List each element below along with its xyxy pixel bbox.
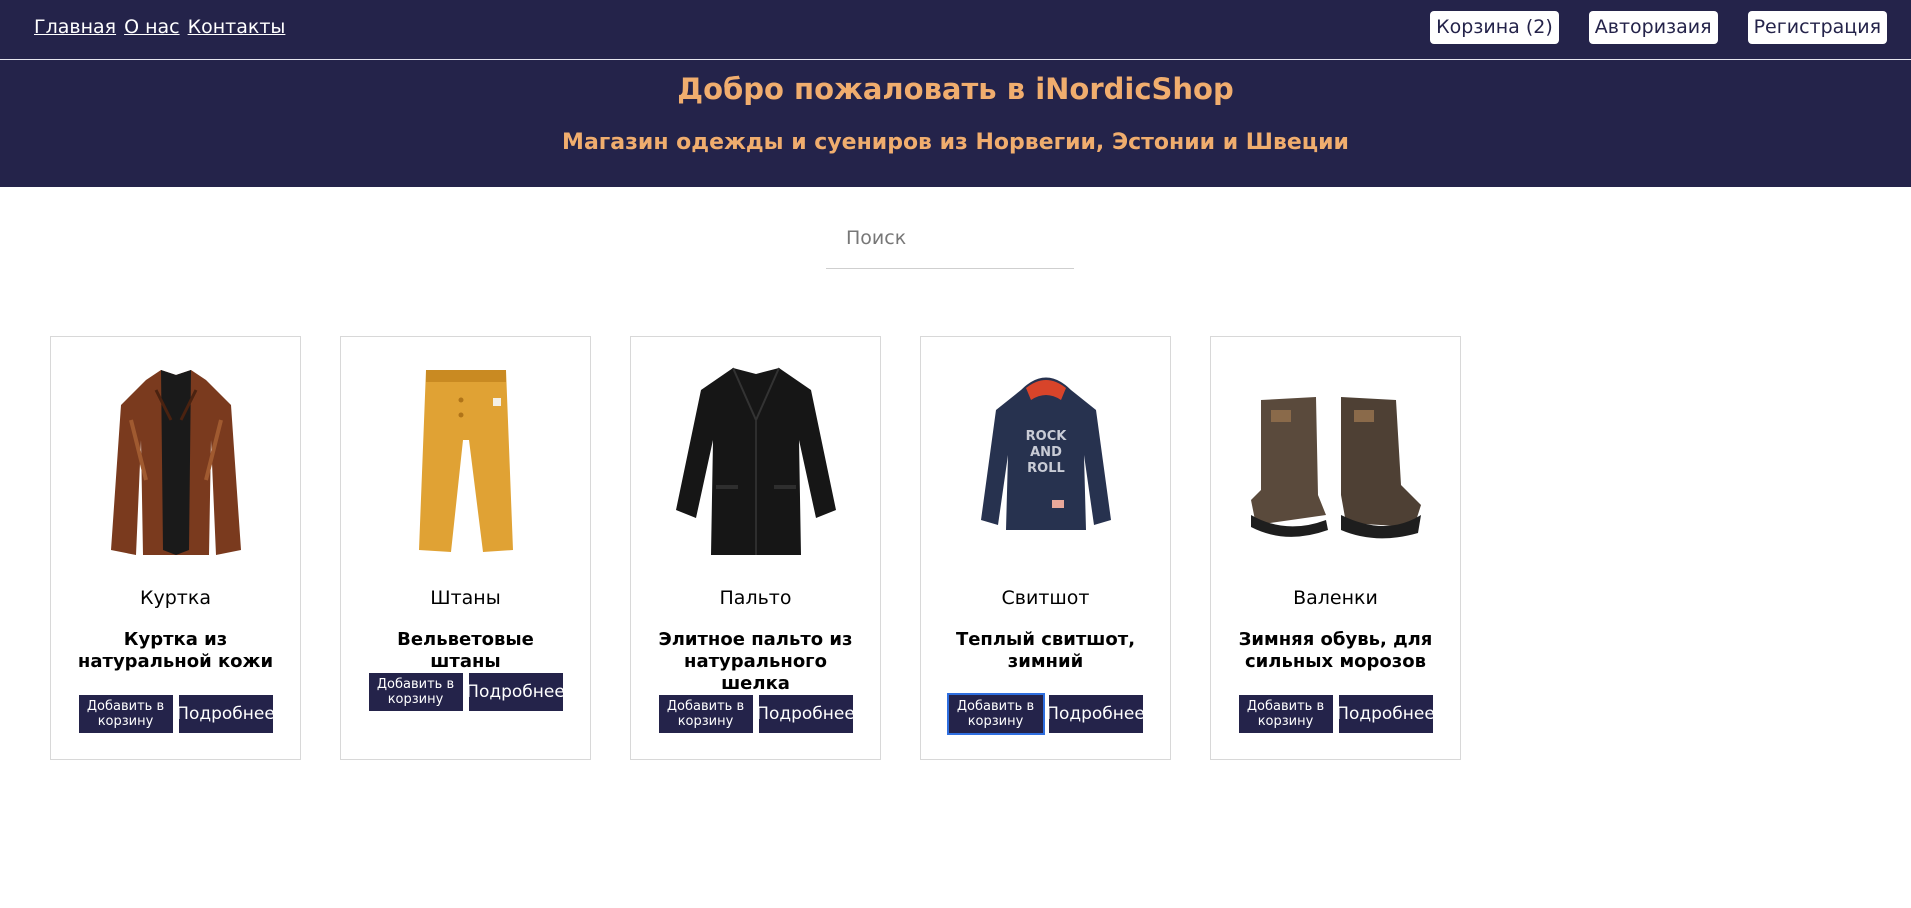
page-title: Добро пожаловать в iNordicShop [677,72,1234,106]
product-description: Вельветовые штаны [397,629,534,672]
product-description: Зимняя обувь, для сильных морозов [1238,629,1433,672]
product-actions: Добавить в корзину Подробнее [1211,695,1460,733]
details-button[interactable]: Подробнее [1336,695,1435,733]
login-button[interactable]: Авторизаия [1588,11,1718,44]
product-actions: Добавить в корзину Подробнее [921,693,1170,735]
svg-text:AND: AND [1030,445,1062,460]
product-card: Пальто Элитное пальто из натурального ше… [630,336,881,760]
product-category: Куртка [140,587,211,609]
nav-link-contacts[interactable]: Контакты [188,16,286,38]
search-input[interactable] [826,222,1074,269]
main-nav: Главная О нас Контакты [34,16,285,38]
register-button[interactable]: Регистрация [1747,11,1887,44]
svg-text:ROLL: ROLL [1027,461,1065,476]
product-actions: Добавить в корзину Подробнее [631,695,880,733]
details-button[interactable]: Подробнее [1046,695,1145,733]
hoodie-image: ROCK AND ROLL [921,355,1170,565]
add-to-cart-button[interactable]: Добавить в корзину [658,695,753,733]
product-category: Пальто [719,587,792,609]
product-category: Валенки [1293,587,1378,609]
add-to-cart-button[interactable]: Добавить в корзину [368,673,463,711]
product-category: Свитшот [1001,587,1090,609]
add-to-cart-button[interactable]: Добавить в корзину [78,695,173,733]
black-coat-image [631,355,880,565]
product-description: Куртка из натуральной кожи [77,629,274,672]
product-actions: Добавить в корзину Подробнее [51,695,300,733]
hero-banner: Добро пожаловать в iNordicShop Магазин о… [0,60,1911,187]
details-button[interactable]: Подробнее [176,695,275,733]
details-button[interactable]: Подробнее [466,673,565,711]
product-description: Теплый свитшот, зимний [955,629,1136,672]
product-category: Штаны [430,587,501,609]
nav-link-about[interactable]: О нас [124,16,180,38]
product-card: Куртка Куртка из натуральной кожи Добави… [50,336,301,760]
add-to-cart-button[interactable]: Добавить в корзину [946,693,1045,735]
product-description: Элитное пальто из натурального шелка [658,629,853,694]
cart-button[interactable]: Корзина (2) [1430,11,1559,44]
page-subtitle: Магазин одежды и суениров из Норвегии, Э… [562,130,1349,155]
leather-jacket-image [51,355,300,565]
product-card: ROCK AND ROLL Свитшот Теплый свитшот, зи… [920,336,1171,760]
yellow-pants-image [341,355,590,565]
top-navbar: Главная О нас Контакты Корзина (2) Автор… [0,0,1911,60]
user-actions: Корзина (2) Авторизаия Регистрация [1430,11,1887,44]
felt-boots-image [1211,355,1460,565]
product-actions: Добавить в корзину Подробнее [341,673,590,711]
add-to-cart-button[interactable]: Добавить в корзину [1238,695,1333,733]
svg-text:ROCK: ROCK [1025,429,1067,444]
product-card: Штаны Вельветовые штаны Добавить в корзи… [340,336,591,760]
product-card: Валенки Зимняя обувь, для сильных морозо… [1210,336,1461,760]
details-button[interactable]: Подробнее [756,695,855,733]
nav-link-home[interactable]: Главная [34,16,116,38]
